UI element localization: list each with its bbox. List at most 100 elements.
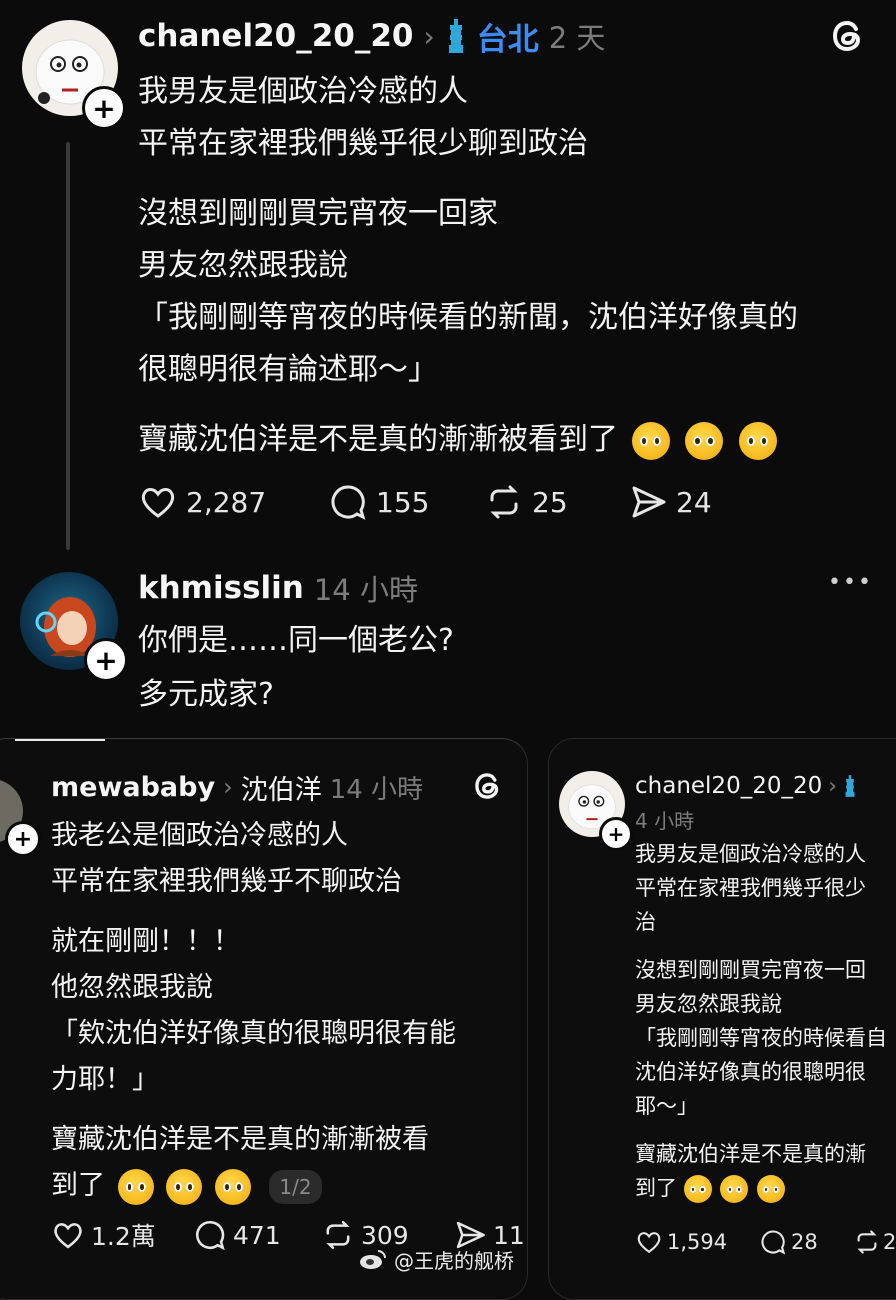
chevron-right-icon: › bbox=[423, 19, 435, 53]
follow-plus-icon[interactable]: + bbox=[82, 86, 126, 130]
card-username[interactable]: chanel20_20_20 bbox=[635, 773, 822, 799]
pleading-face-emoji-icon bbox=[631, 421, 670, 460]
reply-header: khmisslin 14 小時 bbox=[138, 566, 418, 610]
taipei-101-icon bbox=[845, 775, 855, 797]
post-line: 男友忽然跟我說 bbox=[138, 248, 348, 283]
pleading-face-emoji-icon bbox=[683, 1175, 712, 1203]
repost-icon bbox=[857, 1230, 877, 1254]
more-options-icon[interactable]: ••• bbox=[828, 570, 873, 595]
pleading-face-emoji-icon bbox=[117, 1168, 154, 1205]
card-time: 14 小時 bbox=[329, 774, 424, 805]
card-body: 我老公是個政治冷感的人 平常在家裡我們幾乎不聊政治 就在剛剛！！！ 他忽然跟我說… bbox=[51, 813, 456, 1209]
threads-logo-icon[interactable] bbox=[471, 769, 505, 803]
watermark: @王虎的舰桥 bbox=[358, 1244, 514, 1274]
weibo-logo-icon bbox=[360, 1250, 386, 1269]
like-count: 1,594 bbox=[667, 1230, 728, 1254]
follow-plus-icon[interactable]: + bbox=[599, 817, 633, 851]
post-header: chanel20_20_20 › 台北 2 天 bbox=[138, 14, 605, 58]
repost-icon bbox=[326, 1220, 350, 1250]
heart-icon bbox=[637, 1232, 661, 1254]
card-line-text: 到了 bbox=[51, 1170, 105, 1201]
post-actions: 2,287 155 25 24 bbox=[138, 480, 712, 524]
card-line: 平常在家裡我們幾乎很少 bbox=[635, 876, 866, 900]
card-tag[interactable]: 沈伯洋 bbox=[241, 768, 322, 807]
card-line: 力耶！」 bbox=[51, 1064, 159, 1095]
repost-button[interactable]: 2 bbox=[853, 1225, 896, 1259]
card-line: 就在剛剛！！！ bbox=[51, 926, 240, 957]
follow-plus-icon[interactable]: + bbox=[5, 821, 41, 857]
pleading-face-emoji-icon bbox=[685, 421, 724, 460]
comment-count: 155 bbox=[376, 485, 430, 519]
card-line: 平常在家裡我們幾乎不聊政治 bbox=[51, 866, 402, 897]
share-button[interactable]: 24 bbox=[628, 480, 712, 524]
card-line: 「我剛剛等宵夜的時候看自 bbox=[635, 1026, 887, 1050]
post-location[interactable]: 台北 bbox=[477, 14, 539, 59]
card-line: 沈伯洋好像真的很聰明很 bbox=[635, 1060, 866, 1084]
reply-body: 你們是……同一個老公? 多元成家? bbox=[138, 614, 454, 722]
card-top-indicator bbox=[15, 739, 105, 741]
pleading-face-emoji-icon bbox=[738, 421, 777, 460]
card-line: 「欸沈伯洋好像真的很聰明很有能 bbox=[51, 1018, 456, 1049]
comment-count: 28 bbox=[791, 1230, 818, 1254]
card-line-text: 到了 bbox=[635, 1176, 677, 1200]
comment-icon bbox=[195, 1220, 225, 1251]
post-line: 平常在家裡我們幾乎很少聊到政治 bbox=[138, 126, 588, 161]
pleading-face-emoji-icon bbox=[166, 1168, 203, 1205]
card-line: 我男友是個政治冷感的人 bbox=[635, 842, 866, 866]
chevron-right-icon: › bbox=[828, 773, 838, 799]
card-line-last: 到了 bbox=[635, 1171, 887, 1205]
repost-count: 2 bbox=[883, 1230, 896, 1254]
pleading-face-emoji-icon bbox=[720, 1175, 749, 1203]
post-line: 沒想到剛剛買完宵夜一回家 bbox=[138, 196, 498, 231]
post-line-text: 寶藏沈伯洋是不是真的漸漸被看到了 bbox=[138, 422, 618, 457]
comment-button[interactable]: 28 bbox=[759, 1225, 853, 1259]
like-button[interactable]: 1,594 bbox=[635, 1225, 759, 1259]
post-line: 「我剛剛等宵夜的時候看的新聞，沈伯洋好像真的 bbox=[138, 300, 798, 335]
card-time: 4 小時 bbox=[635, 809, 695, 833]
quoted-post-card-left[interactable]: + mewababy › 沈伯洋 14 小時 我老公是個政治冷感的人 平常在家裡… bbox=[0, 738, 528, 1300]
post-line: 我男友是個政治冷感的人 bbox=[138, 74, 468, 109]
reply-time: 14 小時 bbox=[313, 573, 418, 607]
comment-button[interactable]: 155 bbox=[328, 480, 484, 524]
like-count: 1.2萬 bbox=[91, 1222, 156, 1251]
card-line: 寶藏沈伯洋是不是真的漸 bbox=[635, 1142, 866, 1166]
watermark-text: @王虎的舰桥 bbox=[394, 1248, 514, 1273]
like-button[interactable]: 1.2萬 bbox=[51, 1215, 193, 1255]
threads-logo-icon[interactable] bbox=[828, 16, 868, 56]
post-line-last: 寶藏沈伯洋是不是真的漸漸被看到了 bbox=[138, 414, 798, 466]
page-indicator: 1/2 bbox=[269, 1169, 322, 1204]
card-line: 治 bbox=[635, 910, 656, 934]
chevron-right-icon: › bbox=[223, 773, 233, 801]
card-username[interactable]: mewababy bbox=[51, 772, 215, 803]
reply-line: 你們是……同一個老公? bbox=[138, 623, 454, 658]
like-button[interactable]: 2,287 bbox=[138, 480, 328, 524]
reply-username[interactable]: khmisslin bbox=[138, 570, 304, 606]
card-line: 他忽然跟我說 bbox=[51, 972, 213, 1003]
pleading-face-emoji-icon bbox=[757, 1175, 786, 1203]
quoted-post-card-right[interactable]: + chanel20_20_20 › 4 小時 我男友是個政治冷感的人 平常在家… bbox=[548, 738, 896, 1300]
repost-button[interactable]: 25 bbox=[484, 480, 628, 524]
card-header: mewababy › 沈伯洋 14 小時 bbox=[51, 767, 423, 807]
card-actions: 1,594 28 2 bbox=[635, 1225, 896, 1259]
post-username[interactable]: chanel20_20_20 bbox=[138, 18, 414, 54]
taipei-101-icon bbox=[448, 19, 463, 53]
comment-icon bbox=[761, 1230, 786, 1255]
like-count: 2,287 bbox=[186, 485, 267, 519]
comment-icon bbox=[331, 485, 366, 520]
card-body: 我男友是個政治冷感的人 平常在家裡我們幾乎很少 治 沒想到剛剛買完宵夜一回 男友… bbox=[635, 837, 887, 1205]
share-count: 24 bbox=[676, 485, 712, 519]
follow-plus-icon[interactable]: + bbox=[84, 638, 128, 682]
comment-button[interactable]: 471 bbox=[193, 1215, 321, 1255]
send-icon bbox=[632, 486, 666, 518]
card-header: chanel20_20_20 › bbox=[635, 769, 857, 803]
repost-icon bbox=[490, 485, 518, 519]
post-body: 我男友是個政治冷感的人 平常在家裡我們幾乎很少聊到政治 沒想到剛剛買完宵夜一回家… bbox=[138, 66, 798, 466]
heart-icon bbox=[141, 488, 175, 518]
comment-count: 471 bbox=[233, 1220, 281, 1250]
pleading-face-emoji-icon bbox=[214, 1168, 251, 1205]
reply-line: 多元成家? bbox=[138, 677, 274, 712]
card-line: 耶～」 bbox=[635, 1094, 698, 1118]
card-line: 男友忽然跟我說 bbox=[635, 992, 782, 1016]
thread-line bbox=[66, 142, 70, 550]
card-line-last: 到了 1/2 bbox=[51, 1163, 456, 1209]
